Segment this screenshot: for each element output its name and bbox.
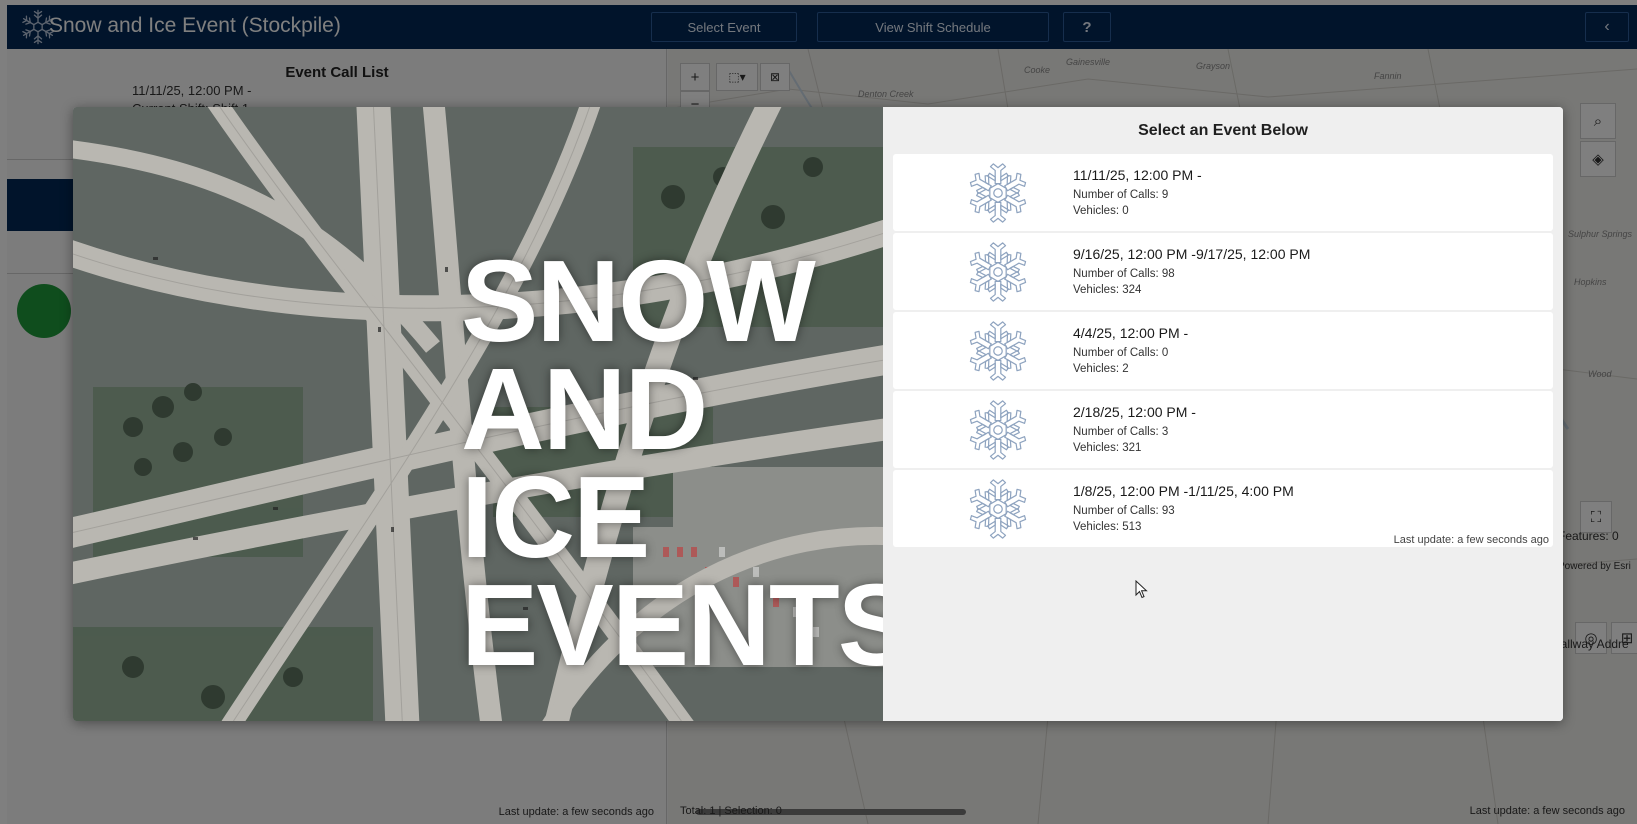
event-calls: Number of Calls: 98 — [1073, 268, 1175, 280]
event-card[interactable]: 4/4/25, 12:00 PM - Number of Calls: 0 Ve… — [893, 312, 1553, 389]
event-title: 9/16/25, 12:00 PM -9/17/25, 12:00 PM — [1073, 246, 1311, 262]
event-vehicles: Vehicles: 324 — [1073, 284, 1142, 296]
event-title: 4/4/25, 12:00 PM - — [1073, 325, 1189, 341]
event-calls: Number of Calls: 0 — [1073, 347, 1169, 359]
snowflake-icon — [967, 397, 1029, 463]
snowflake-icon — [967, 318, 1029, 384]
hero-title-line: EVENTS — [461, 560, 883, 690]
event-vehicles: Vehicles: 321 — [1073, 442, 1142, 454]
event-card[interactable]: 9/16/25, 12:00 PM -9/17/25, 12:00 PM Num… — [893, 233, 1553, 310]
event-title: 11/11/25, 12:00 PM - — [1073, 167, 1202, 183]
select-event-heading: Select an Event Below — [1138, 122, 1308, 139]
event-calls: Number of Calls: 93 — [1073, 505, 1175, 517]
event-vehicles: Vehicles: 2 — [1073, 363, 1129, 375]
hero-title: SNOW AND ICE EVENTS — [461, 236, 883, 690]
event-title: 1/8/25, 12:00 PM -1/11/25, 4:00 PM — [1073, 483, 1294, 499]
event-selection-panel: Select an Event Below 11/11/25, 12:00 PM… — [883, 107, 1563, 721]
event-list-last-update: Last update: a few seconds ago — [1393, 534, 1549, 546]
hero-title-line: AND — [461, 344, 708, 474]
hero-title-line: ICE — [461, 452, 650, 582]
event-calls: Number of Calls: 9 — [1073, 189, 1169, 201]
event-card[interactable]: 11/11/25, 12:00 PM - Number of Calls: 9 … — [893, 154, 1553, 231]
snowflake-icon — [967, 160, 1029, 226]
event-card[interactable]: 2/18/25, 12:00 PM - Number of Calls: 3 V… — [893, 391, 1553, 468]
mouse-cursor-icon — [1135, 580, 1148, 599]
snowflake-icon — [967, 476, 1029, 542]
hero-title-line: SNOW — [461, 236, 816, 366]
event-vehicles: Vehicles: 0 — [1073, 205, 1129, 217]
snowflake-icon — [967, 239, 1029, 305]
event-calls: Number of Calls: 3 — [1073, 426, 1169, 438]
event-title: 2/18/25, 12:00 PM - — [1073, 404, 1196, 420]
select-event-modal: SNOW AND ICE EVENTS Select an Event Belo… — [73, 107, 1563, 721]
highway-hero-image: SNOW AND ICE EVENTS — [73, 107, 883, 721]
event-vehicles: Vehicles: 513 — [1073, 521, 1142, 533]
